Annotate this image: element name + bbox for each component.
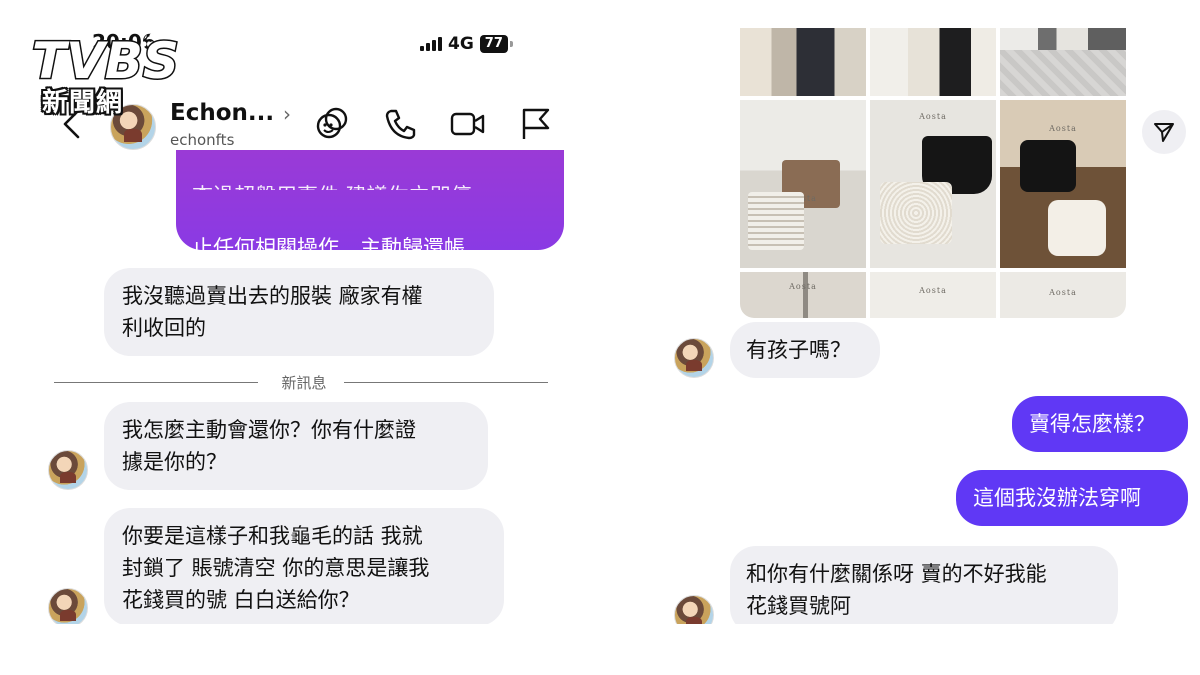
photo-thumbnail xyxy=(1000,28,1126,96)
brand-label: Aosta xyxy=(1049,124,1077,133)
divider-label: 新訊息 xyxy=(281,374,327,392)
cut-off-line: 查過超盤用事件 建議你立即停 xyxy=(192,180,548,190)
incoming-message[interactable]: 我沒聽過賣出去的服裝 廠家有權 利收回的 xyxy=(104,268,494,356)
outgoing-message[interactable]: 賣得怎麼樣？ xyxy=(1012,396,1188,452)
brand-label: Aosta xyxy=(789,282,817,291)
battery-tip xyxy=(509,41,513,47)
video-call-icon[interactable] xyxy=(450,106,486,142)
divider-line xyxy=(344,382,548,383)
outgoing-message[interactable]: 查過超盤用事件 建議你立即停 止任何相關操作，主動歸還帳 號，否則將承擔全部後果… xyxy=(176,150,564,292)
share-button[interactable] xyxy=(1142,110,1186,154)
photo-thumbnail: Aosta xyxy=(740,272,866,318)
shared-photo-grid[interactable]: Aosta Aosta Aosta Aosta Aosta Aosta xyxy=(740,28,1126,318)
tvbs-logo: TVBS 新聞網 xyxy=(28,16,218,118)
contact-handle[interactable]: echonfts xyxy=(170,131,234,149)
brand-label: Aosta xyxy=(919,112,947,121)
phone-icon[interactable] xyxy=(382,106,418,142)
incoming-message[interactable]: 有孩子嗎？ xyxy=(730,322,880,378)
bottom-whitespace xyxy=(0,624,1200,675)
chevron-right-icon[interactable]: › xyxy=(283,102,291,126)
sender-avatar[interactable] xyxy=(674,338,714,378)
photo-thumbnail: Aosta xyxy=(1000,100,1126,268)
send-icon xyxy=(1154,123,1174,142)
photo-thumbnail: Aosta xyxy=(870,272,996,318)
status-indicators: 4G 77 xyxy=(420,34,513,54)
outgoing-message[interactable]: 這個我沒辦法穿啊 xyxy=(956,470,1188,526)
battery-icon: 77 xyxy=(479,35,508,53)
brand-label: Aosta xyxy=(919,286,947,295)
logo-subtitle: 新聞網 xyxy=(42,88,124,118)
signal-icon xyxy=(420,37,442,51)
brand-label: Aosta xyxy=(1049,288,1077,297)
photo-thumbnail: Aosta xyxy=(740,100,866,268)
new-messages-divider: 新訊息 xyxy=(54,372,548,392)
photo-thumbnail xyxy=(740,28,866,96)
report-flag-icon[interactable] xyxy=(518,106,554,142)
incoming-message[interactable]: 我怎麼主動會還你？你有什麼證 據是你的？ xyxy=(104,402,488,490)
incoming-message[interactable]: 和你有什麼關係呀 賣的不好我能 花錢買號阿 xyxy=(730,546,1118,634)
incoming-message[interactable]: 你要是這樣子和我龜毛的話 我就 封鎖了 賬號清空 你的意思是讓我 花錢買的號 白… xyxy=(104,508,504,626)
sender-avatar[interactable] xyxy=(48,450,88,490)
brand-label: Aosta xyxy=(789,194,817,203)
photo-thumbnail: Aosta xyxy=(870,100,996,268)
divider-line xyxy=(54,382,258,383)
sticker-icon[interactable] xyxy=(314,106,350,142)
photo-thumbnail xyxy=(870,28,996,96)
photo-thumbnail: Aosta xyxy=(1000,272,1126,318)
network-type: 4G xyxy=(448,34,474,54)
sender-avatar[interactable] xyxy=(48,588,88,628)
